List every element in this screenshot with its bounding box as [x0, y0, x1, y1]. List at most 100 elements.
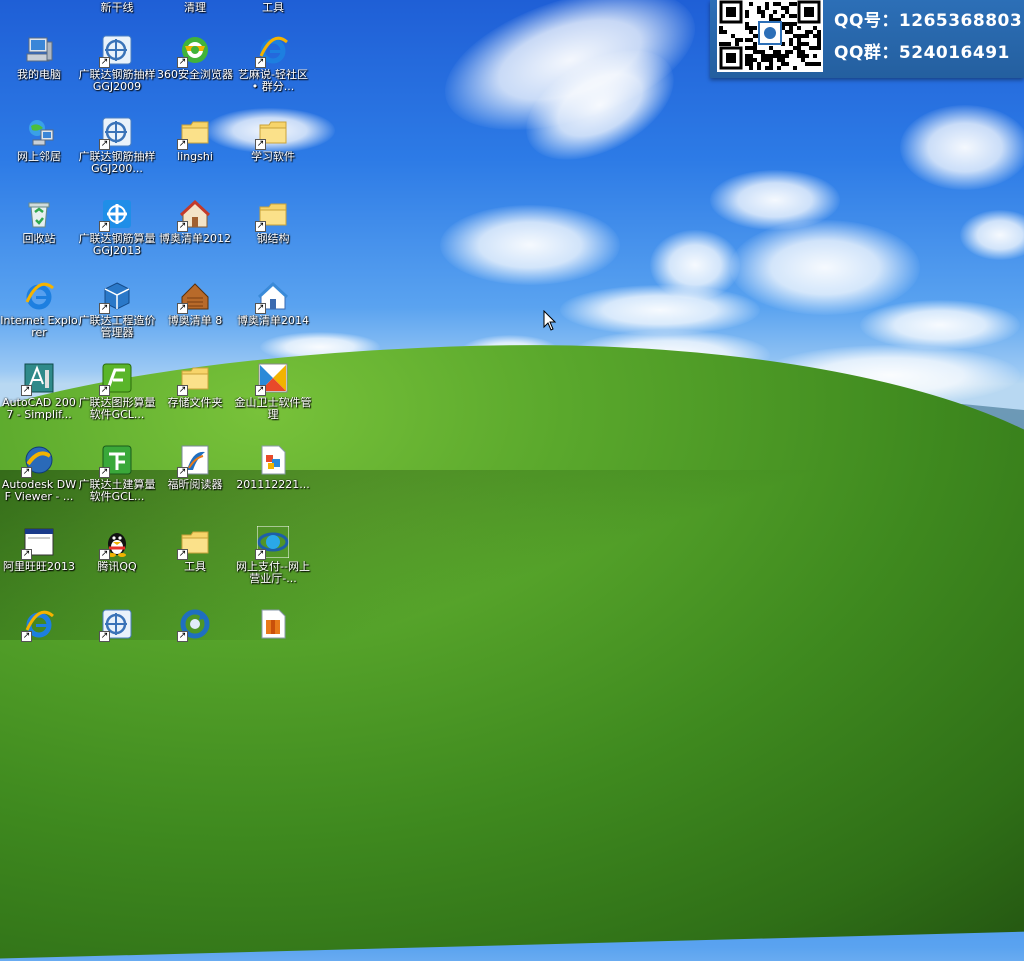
folder-icon: ↗: [177, 362, 211, 396]
desktop-icon-label: 广联达图形算量软件GCL...: [78, 397, 156, 421]
shortcut-arrow-icon: ↗: [21, 549, 32, 560]
desktop-icon[interactable]: ↗: [78, 606, 156, 688]
desktop-icon[interactable]: ↗ 广联达图形算量软件GCL...: [78, 360, 156, 442]
dwf-viewer-icon: ↗: [21, 444, 55, 478]
qq-contact-panel: QQ号：1265368803 QQ群：524016491: [710, 0, 1024, 78]
ggj2013-icon: ↗: [99, 198, 133, 232]
desktop-icon[interactable]: Internet Explorer: [0, 278, 78, 360]
house-icon: ↗: [177, 198, 211, 232]
kingsoft-icon: ↗: [255, 362, 289, 396]
qq-group-number: 524016491: [898, 43, 1010, 63]
shortcut-arrow-icon: ↗: [99, 385, 110, 396]
desktop-icon[interactable]: ↗ 学习软件: [234, 114, 312, 196]
desktop-icon[interactable]: ↗ 广联达工程造价管理器: [78, 278, 156, 360]
desktop-icon-label: 我的电脑: [17, 69, 61, 81]
desktop-icon[interactable]: ↗ 福昕阅读器: [156, 442, 234, 524]
shortcut-arrow-icon: ↗: [99, 303, 110, 314]
desktop-icon[interactable]: ↗ 网上支付--网上营业厅-...: [234, 524, 312, 606]
desktop-icon[interactable]: ↗ AutoCAD 2007 - Simplif...: [0, 360, 78, 442]
ggj-icon: ↗: [99, 116, 133, 150]
desktop-icon-label: 阿里旺旺2013: [3, 561, 75, 573]
my-computer-icon: [23, 34, 55, 66]
desktop-icon[interactable]: ↗ 存储文件夹: [156, 360, 234, 442]
partial-icon-label: 清理: [184, 2, 206, 14]
house-brown-icon: ↗: [177, 280, 211, 314]
desktop-icon[interactable]: ↗ 博奥清单2012: [156, 196, 234, 278]
desktop-icon[interactable]: ↗: [156, 606, 234, 688]
desktop-icon-label: 存储文件夹: [167, 397, 223, 409]
desktop-icon[interactable]: 201112221...: [234, 442, 312, 524]
desktop-icon[interactable]: 我的电脑: [0, 32, 78, 114]
desktop-icon-label: 博奥清单2014: [237, 315, 309, 327]
shortcut-arrow-icon: ↗: [99, 57, 110, 68]
desktop-icon[interactable]: ↗ 广联达土建算量软件GCL...: [78, 442, 156, 524]
partial-icon-label: 工具: [262, 2, 284, 14]
folder-icon: ↗: [177, 526, 211, 560]
desktop-icon-label: Autodesk DWF Viewer - ...: [1, 479, 77, 503]
desktop-icon-label: Internet Explorer: [0, 315, 78, 339]
ie-icon: ↗: [255, 34, 289, 68]
desktop-icon-label: 艺麻说-轻社区 • 群分...: [238, 69, 308, 93]
desktop-icon-label: 网上支付--网上营业厅-...: [236, 561, 310, 585]
package-icon: [261, 609, 286, 639]
desktop-icon[interactable]: ↗ 腾讯QQ: [78, 524, 156, 606]
shortcut-arrow-icon: ↗: [21, 467, 32, 478]
cloud: [730, 220, 920, 315]
desktop-icon-label: 工具: [184, 561, 206, 573]
cloud: [860, 300, 1020, 350]
desktop-icon[interactable]: ↗ 广联达钢筋抽样 GGJ2009: [78, 32, 156, 114]
folder-icon: ↗: [255, 198, 289, 232]
qr-code-icon: [717, 0, 823, 72]
desktop-icon[interactable]: ↗ 广联达钢筋抽样 GGJ200...: [78, 114, 156, 196]
sync-icon: ↗: [177, 608, 211, 642]
house-blue-icon: ↗: [255, 280, 289, 314]
folder-icon: ↗: [255, 116, 289, 150]
shortcut-arrow-icon: ↗: [99, 631, 110, 642]
shortcut-arrow-icon: ↗: [99, 549, 110, 560]
desktop-icon[interactable]: ↗ 360安全浏览器: [156, 32, 234, 114]
desktop-icon[interactable]: ↗ 工具: [156, 524, 234, 606]
qq-group-label: QQ群：: [834, 43, 899, 63]
desktop-icon-label: 金山卫士软件管理: [234, 397, 312, 421]
folder-icon: ↗: [177, 116, 211, 150]
shortcut-arrow-icon: ↗: [21, 631, 32, 642]
desktop-icon[interactable]: ↗ Autodesk DWF Viewer - ...: [0, 442, 78, 524]
desktop-icon[interactable]: ↗ 博奥清单 8: [156, 278, 234, 360]
shortcut-arrow-icon: ↗: [177, 549, 188, 560]
desktop-icon-label: 201112221...: [236, 479, 310, 491]
ie-icon: ↗: [21, 608, 55, 642]
desktop-icon-label: 福昕阅读器: [167, 479, 223, 491]
desktop-icon[interactable]: ↗: [0, 606, 78, 688]
cloud: [960, 210, 1024, 260]
window-app-icon: ↗: [21, 526, 55, 560]
cloud: [560, 285, 760, 335]
shortcut-arrow-icon: ↗: [99, 139, 110, 150]
desktop-icon-label: 腾讯QQ: [97, 561, 137, 573]
ggj-icon: ↗: [99, 608, 133, 642]
ie-icon: [23, 280, 55, 312]
desktop-icon[interactable]: ↗ lingshi: [156, 114, 234, 196]
desktop-icon[interactable]: ↗ 钢结构: [234, 196, 312, 278]
cloud: [900, 105, 1024, 190]
shortcut-arrow-icon: ↗: [255, 221, 266, 232]
browser-360-icon: ↗: [177, 34, 211, 68]
desktop-icon-label: 钢结构: [256, 233, 290, 245]
desktop-icon[interactable]: ↗ 博奥清单2014: [234, 278, 312, 360]
shortcut-arrow-icon: ↗: [99, 467, 110, 478]
desktop-icon[interactable]: ↗ 金山卫士软件管理: [234, 360, 312, 442]
desktop-icon[interactable]: 网上邻居: [0, 114, 78, 196]
qq-group-line: QQ群：524016491: [834, 38, 1010, 63]
desktop-icon-label: 博奥清单2012: [159, 233, 231, 245]
desktop-icon[interactable]: [234, 606, 312, 688]
desktop-icon[interactable]: ↗ 阿里旺旺2013: [0, 524, 78, 606]
desktop-icon-label: 广联达土建算量软件GCL...: [78, 479, 156, 503]
desktop-icon[interactable]: 回收站: [0, 196, 78, 278]
foxit-icon: ↗: [177, 444, 211, 478]
qq-label: QQ号：: [834, 11, 899, 31]
shortcut-arrow-icon: ↗: [255, 139, 266, 150]
desktop-icon[interactable]: ↗ 广联达钢筋算量 GGJ2013: [78, 196, 156, 278]
qq-number-line: QQ号：1265368803: [834, 6, 1022, 31]
image-file-icon: [257, 444, 289, 476]
ggj-icon: ↗: [99, 34, 133, 68]
desktop-icon[interactable]: ↗ 艺麻说-轻社区 • 群分...: [234, 32, 312, 114]
